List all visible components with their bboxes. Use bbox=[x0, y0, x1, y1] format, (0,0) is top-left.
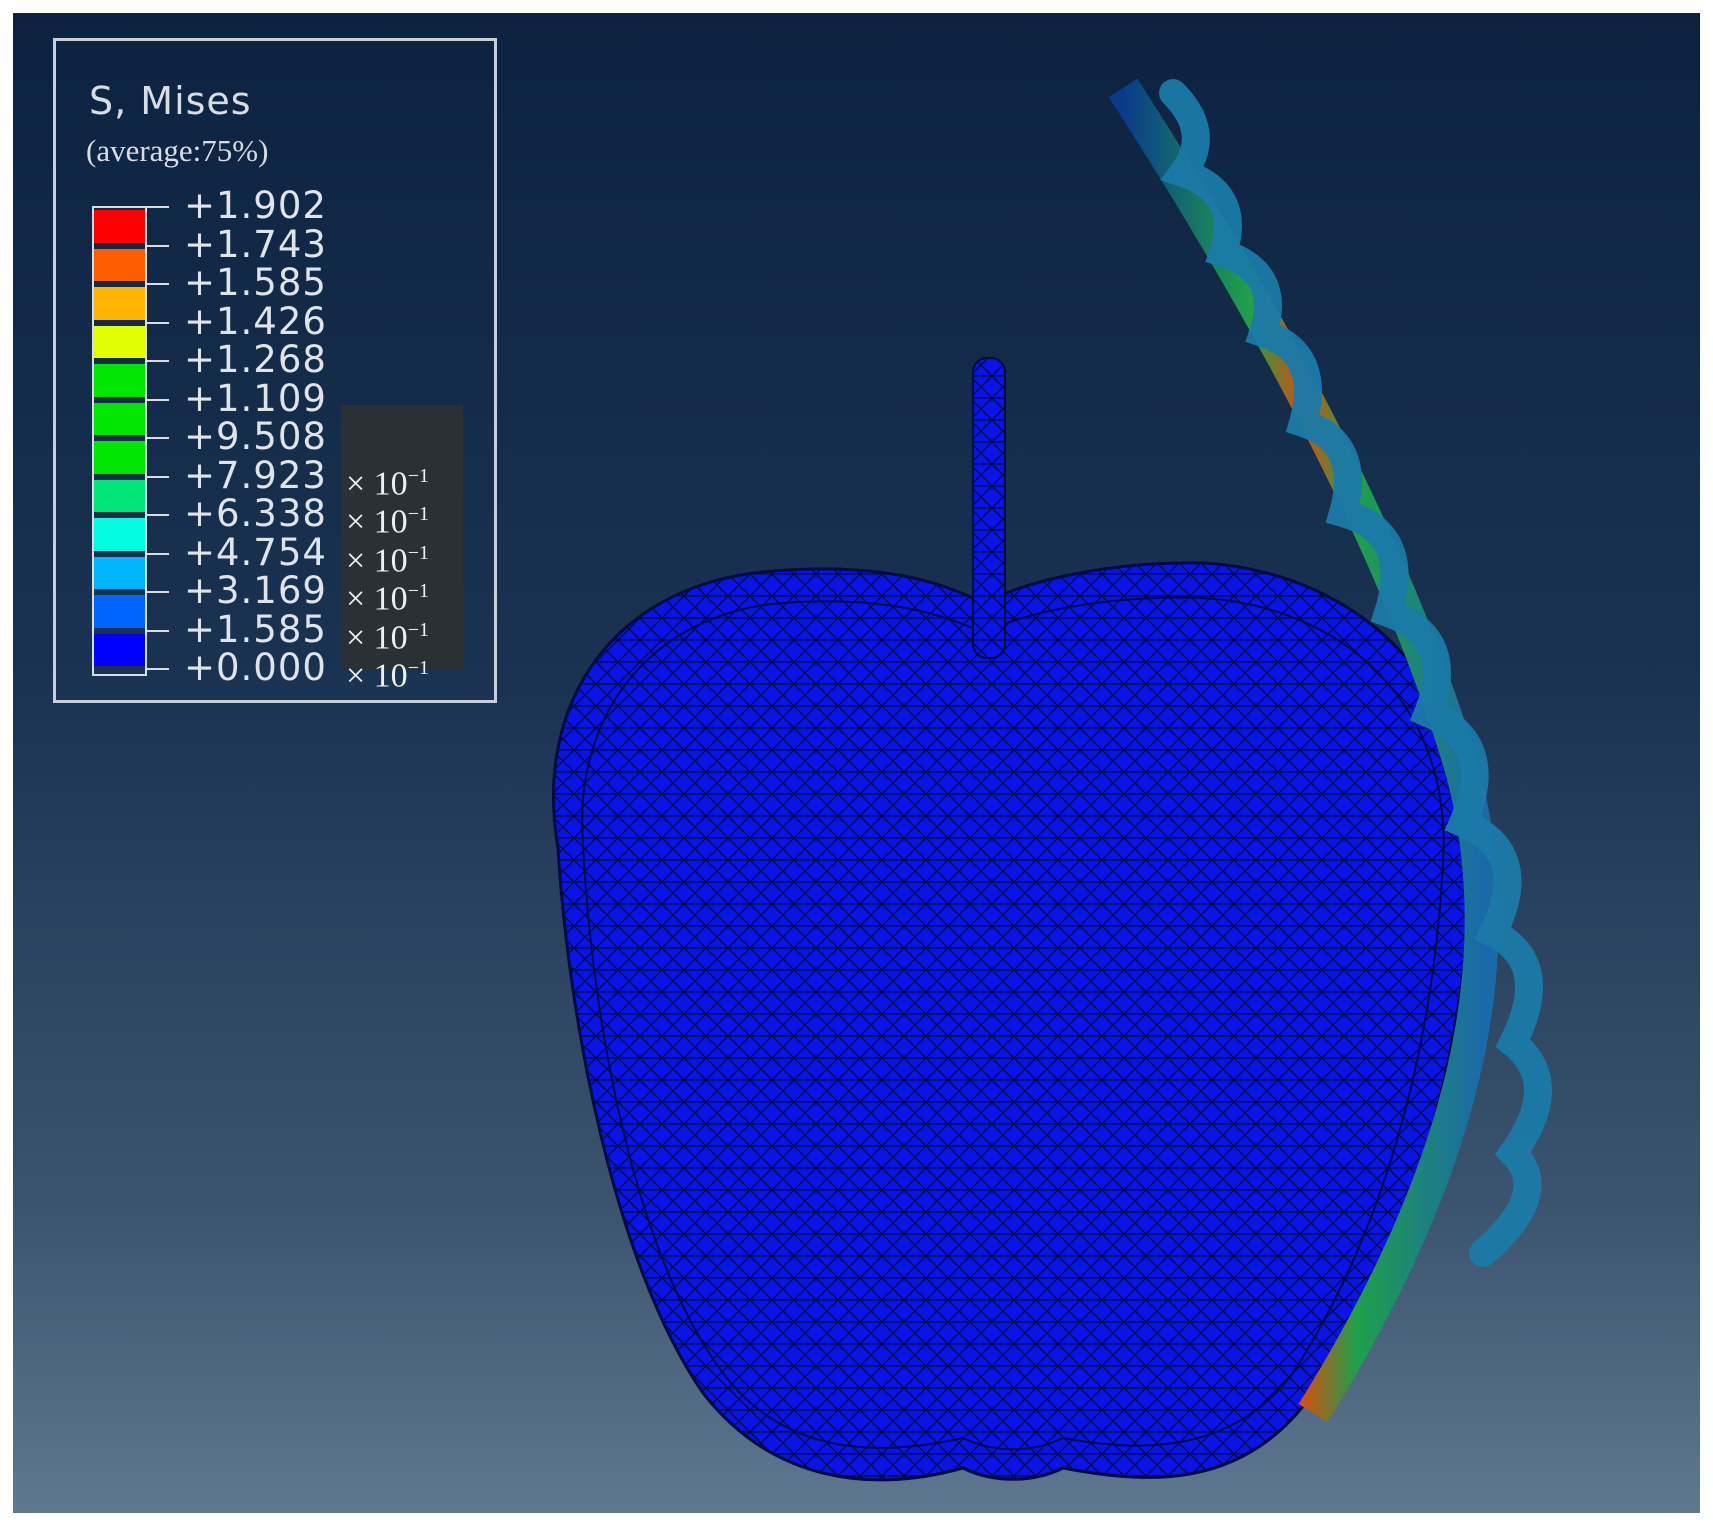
legend-value: +4.754 bbox=[184, 530, 327, 574]
apple-inner-body bbox=[581, 596, 1445, 1451]
legend-subtitle: (average:75%) bbox=[86, 133, 269, 168]
multiplier-exponent: −1 bbox=[407, 657, 429, 679]
multiplier-exponent: −1 bbox=[407, 618, 429, 641]
legend-value: +0.000 bbox=[184, 646, 327, 689]
legend-value: +3.169 bbox=[184, 569, 327, 612]
contour-legend: S, Mises (average:75%) +1.902 +1.743 +1.58… bbox=[53, 38, 497, 703]
legend-tick bbox=[147, 283, 169, 285]
multiplier-exponent: −1 bbox=[407, 503, 429, 525]
apple-stem bbox=[972, 357, 1006, 659]
legend-multiplier: × 10−1 bbox=[346, 649, 429, 695]
color-bar-border bbox=[92, 206, 147, 676]
legend-tick bbox=[147, 475, 169, 478]
legend-tick bbox=[147, 591, 169, 593]
legend-value: +9.508 bbox=[184, 415, 327, 458]
multiplier-exponent: −1 bbox=[407, 580, 429, 602]
legend-value: +1.585 bbox=[184, 607, 327, 651]
legend-tick bbox=[147, 398, 169, 401]
legend-tick bbox=[147, 552, 169, 555]
legend-value: +7.923 bbox=[184, 453, 327, 497]
legend-tick bbox=[147, 360, 169, 362]
multiplier-base: × 10 bbox=[346, 657, 408, 695]
legend-value: +1.268 bbox=[184, 338, 327, 381]
legend-tick bbox=[147, 437, 169, 439]
legend-value: +1.426 bbox=[184, 299, 327, 343]
legend-tick bbox=[147, 629, 169, 632]
legend-value: +1.585 bbox=[184, 261, 327, 304]
multiplier-exponent: −1 bbox=[407, 464, 429, 487]
multiplier-exponent: −1 bbox=[407, 541, 429, 564]
legend-value: +1.109 bbox=[184, 376, 327, 420]
apple-model bbox=[552, 357, 1476, 1482]
legend-tick bbox=[147, 514, 169, 516]
fea-viewport: S, Mises (average:75%) +1.902 +1.743 +1.58… bbox=[13, 13, 1700, 1513]
legend-tick bbox=[147, 206, 169, 208]
legend-tick bbox=[147, 321, 169, 324]
legend-tick bbox=[147, 668, 169, 670]
legend-value: +6.338 bbox=[184, 492, 327, 535]
legend-tick bbox=[147, 244, 169, 247]
legend-title: S, Mises bbox=[89, 79, 252, 123]
legend-value: +1.743 bbox=[184, 222, 327, 266]
legend-value: +1.902 bbox=[184, 184, 327, 227]
